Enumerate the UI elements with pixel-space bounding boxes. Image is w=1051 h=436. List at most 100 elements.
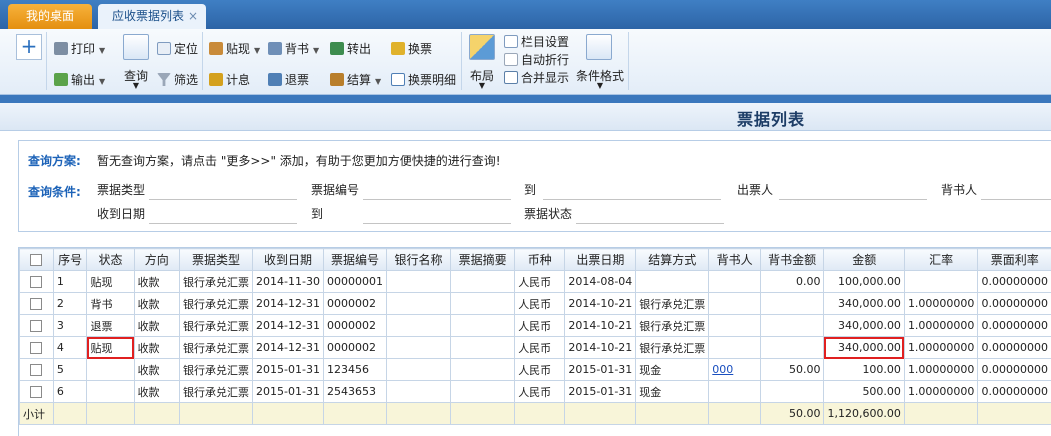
table-cell[interactable]: 2543653 — [323, 381, 386, 403]
row-select-cell[interactable] — [20, 381, 54, 403]
table-cell[interactable]: 退票 — [87, 315, 134, 337]
table-cell[interactable] — [451, 315, 515, 337]
table-cell[interactable]: 2014-10-21 — [565, 293, 636, 315]
column-header[interactable]: 币种 — [515, 249, 565, 271]
discount-button[interactable]: 贴现▼ — [209, 40, 260, 60]
table-cell[interactable]: 1.00000000 — [904, 293, 977, 315]
table-cell[interactable]: 6 — [53, 381, 87, 403]
column-header[interactable]: 汇率 — [904, 249, 977, 271]
table-cell[interactable]: 收款 — [134, 381, 179, 403]
table-cell[interactable] — [451, 271, 515, 293]
table-row[interactable]: 1贴现收款银行承兑汇票2014-11-3000000001人民币2014-08-… — [20, 271, 1051, 293]
table-cell[interactable] — [709, 337, 761, 359]
table-cell[interactable]: 2015-01-31 — [565, 359, 636, 381]
table-cell[interactable]: 0000002 — [323, 337, 386, 359]
table-cell[interactable]: 收款 — [134, 359, 179, 381]
table-cell[interactable]: 0.00000000 — [978, 315, 1051, 337]
table-cell[interactable]: 2014-12-31 — [253, 315, 324, 337]
row-select-cell[interactable] — [20, 293, 54, 315]
column-header[interactable]: 金额 — [824, 249, 904, 271]
column-header[interactable]: 收到日期 — [253, 249, 324, 271]
exchange-detail-button[interactable]: 换票明细 — [391, 71, 456, 89]
row-select-cell[interactable] — [20, 337, 54, 359]
table-cell[interactable]: 背书 — [87, 293, 134, 315]
column-header[interactable]: 背书金额 — [760, 249, 824, 271]
column-header[interactable]: 票据类型 — [180, 249, 253, 271]
table-cell[interactable]: 1.00000000 — [904, 381, 977, 403]
table-cell[interactable]: 0.00 — [760, 271, 824, 293]
table-cell[interactable] — [87, 359, 134, 381]
interest-button[interactable]: 计息 — [209, 71, 250, 89]
chevron-down-icon[interactable]: ▼ — [128, 81, 144, 90]
endorser-input[interactable] — [981, 181, 1051, 200]
drawer-input[interactable] — [779, 181, 927, 200]
endorse-button[interactable]: 背书▼ — [268, 40, 319, 60]
endorser-link[interactable]: 000 — [712, 363, 733, 376]
table-cell[interactable]: 银行承兑汇票 — [180, 271, 253, 293]
table-cell[interactable]: 340,000.00 — [824, 293, 904, 315]
row-checkbox[interactable] — [30, 386, 42, 398]
row-select-cell[interactable] — [20, 271, 54, 293]
table-cell[interactable]: 1.00000000 — [904, 337, 977, 359]
table-cell[interactable]: 4 — [53, 337, 87, 359]
tab-receivable-bill-list[interactable]: 应收票据列表 × — [98, 4, 206, 29]
bill-type-input[interactable] — [149, 181, 297, 200]
table-cell[interactable] — [709, 271, 761, 293]
column-header[interactable]: 背书人 — [709, 249, 761, 271]
table-cell[interactable]: 5 — [53, 359, 87, 381]
row-checkbox[interactable] — [30, 342, 42, 354]
table-cell[interactable]: 2014-12-31 — [253, 293, 324, 315]
table-cell[interactable]: 银行承兑汇票 — [180, 337, 253, 359]
table-cell[interactable]: 2014-12-31 — [253, 337, 324, 359]
table-cell[interactable] — [709, 293, 761, 315]
table-cell[interactable]: 2014-08-04 — [565, 271, 636, 293]
table-cell[interactable]: 0.00000000 — [978, 271, 1051, 293]
exchange-button[interactable]: 换票 — [391, 40, 432, 58]
table-cell[interactable] — [760, 381, 824, 403]
table-cell[interactable] — [636, 271, 709, 293]
bill-no-to-input[interactable] — [543, 181, 721, 200]
conditional-format-icon[interactable] — [586, 34, 612, 60]
row-select-cell[interactable] — [20, 315, 54, 337]
export-button[interactable]: 输出▼ — [54, 71, 105, 91]
table-cell[interactable]: 银行承兑汇票 — [180, 315, 253, 337]
received-date-from-input[interactable] — [149, 205, 297, 224]
table-cell[interactable]: 500.00 — [824, 381, 904, 403]
table-row[interactable]: 6收款银行承兑汇票2015-01-312543653人民币2015-01-31现… — [20, 381, 1051, 403]
table-cell[interactable]: 银行承兑汇票 — [180, 381, 253, 403]
settle-button[interactable]: 结算▼ — [330, 71, 381, 91]
table-cell[interactable]: 贴现 — [87, 271, 134, 293]
select-all-header[interactable] — [20, 249, 54, 271]
table-cell[interactable] — [386, 271, 450, 293]
column-settings-button[interactable]: 栏目设置 — [504, 33, 569, 51]
table-cell[interactable]: 人民币 — [515, 359, 565, 381]
table-cell[interactable]: 00000001 — [323, 271, 386, 293]
table-cell[interactable]: 0.00000000 — [978, 337, 1051, 359]
select-all-checkbox[interactable] — [30, 254, 42, 266]
table-cell[interactable]: 银行承兑汇票 — [636, 315, 709, 337]
locate-button[interactable]: 定位 — [157, 40, 198, 58]
column-header[interactable]: 票据编号 — [323, 249, 386, 271]
column-header[interactable]: 结算方式 — [636, 249, 709, 271]
table-cell[interactable] — [904, 271, 977, 293]
table-cell[interactable]: 1.00000000 — [904, 359, 977, 381]
table-cell[interactable]: 50.00 — [760, 359, 824, 381]
received-date-to-input[interactable] — [363, 205, 511, 224]
table-cell[interactable]: 人民币 — [515, 337, 565, 359]
table-cell[interactable] — [709, 315, 761, 337]
table-cell[interactable]: 收款 — [134, 315, 179, 337]
table-cell[interactable]: 贴现 — [87, 337, 134, 359]
table-cell[interactable] — [451, 359, 515, 381]
table-cell[interactable]: 0.00000000 — [978, 359, 1051, 381]
table-cell[interactable]: 100,000.00 — [824, 271, 904, 293]
refund-button[interactable]: 退票 — [268, 71, 309, 89]
table-row[interactable]: 2背书收款银行承兑汇票2014-12-310000002人民币2014-10-2… — [20, 293, 1051, 315]
table-cell[interactable]: 收款 — [134, 337, 179, 359]
table-cell[interactable]: 0000002 — [323, 315, 386, 337]
column-header[interactable]: 状态 — [87, 249, 134, 271]
table-cell[interactable]: 人民币 — [515, 271, 565, 293]
row-checkbox[interactable] — [30, 364, 42, 376]
table-cell[interactable]: 2014-11-30 — [253, 271, 324, 293]
row-select-cell[interactable] — [20, 359, 54, 381]
table-cell[interactable]: 2014-10-21 — [565, 315, 636, 337]
